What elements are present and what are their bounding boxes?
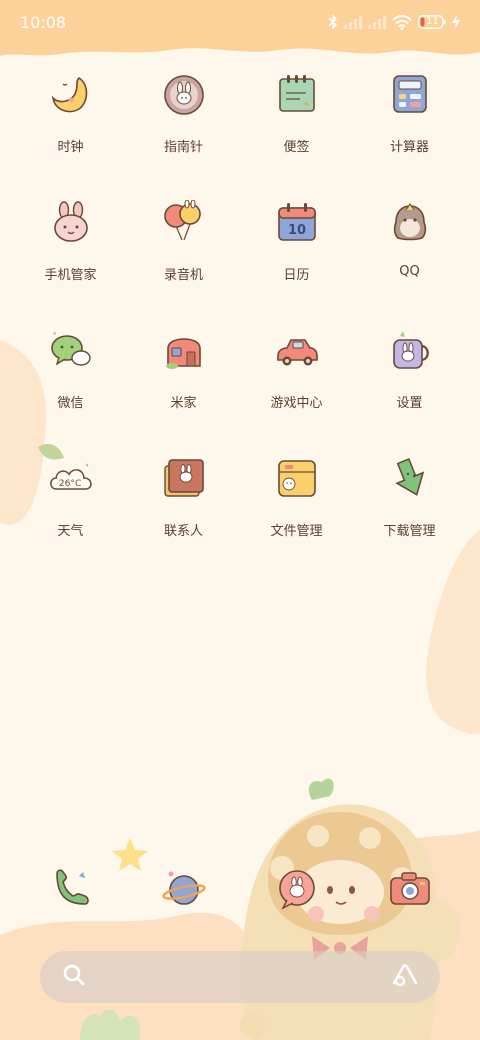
camera-icon (388, 866, 432, 910)
app-file-manager[interactable]: 文件管理 (240, 456, 353, 539)
app-label: 日历 (283, 268, 310, 283)
contacts-book-icon (162, 456, 206, 500)
app-download-manager[interactable]: 下载管理 (353, 456, 466, 539)
calendar-icon: 10 (275, 200, 319, 244)
app-label: 微信 (57, 396, 84, 411)
status-bar: 10:08 11 (0, 0, 480, 44)
app-recorder[interactable]: 录音机 (127, 200, 240, 283)
app-label: 计算器 (389, 140, 429, 155)
dock-messages[interactable] (240, 866, 353, 910)
app-wechat[interactable]: 微信 (14, 328, 127, 411)
app-calendar[interactable]: 10 日历 (240, 200, 353, 283)
app-contacts[interactable]: 联系人 (127, 456, 240, 539)
app-label: 联系人 (163, 524, 203, 539)
calculator-icon (388, 72, 432, 116)
moon-clock-icon (49, 72, 93, 116)
dock (14, 866, 466, 910)
planet-browser-icon (161, 866, 206, 910)
bluetooth-icon (328, 14, 338, 30)
app-mihome[interactable]: 米家 (127, 328, 240, 411)
wifi-icon (392, 14, 412, 30)
dock-camera[interactable] (353, 866, 466, 910)
chat-bubble-icon (49, 328, 93, 372)
status-icons: 11 (328, 14, 460, 30)
weather-temperature: 26°C (58, 478, 81, 489)
app-label: 录音机 (163, 268, 203, 283)
app-weather[interactable]: 26°C 天气 (14, 456, 127, 539)
app-label: 设置 (396, 396, 423, 411)
app-label: 米家 (170, 396, 197, 411)
bunny-security-icon (49, 200, 93, 244)
charging-icon (452, 15, 460, 29)
app-compass[interactable]: 指南针 (127, 72, 240, 155)
app-settings[interactable]: 设置 (353, 328, 466, 411)
cloud-weather-icon: 26°C (49, 456, 93, 500)
download-arrow-icon (388, 456, 432, 500)
app-game-center[interactable]: 游戏中心 (240, 328, 353, 411)
dock-browser[interactable] (127, 866, 240, 910)
car-icon (275, 328, 319, 372)
search-icon[interactable] (62, 963, 86, 991)
battery-level: 11 (426, 16, 439, 27)
house-icon (162, 328, 206, 372)
app-label: 时钟 (57, 140, 84, 155)
dock-phone[interactable] (14, 866, 127, 910)
bunny-message-icon (275, 866, 319, 910)
assistant-icon[interactable] (392, 963, 418, 991)
signal-2-icon (368, 15, 386, 29)
folder-icon (275, 456, 319, 500)
status-time: 10:08 (20, 12, 67, 32)
app-qq[interactable]: QQ (353, 200, 466, 280)
app-clock[interactable]: 时钟 (14, 72, 127, 155)
notepad-icon (275, 72, 319, 116)
app-label: 游戏中心 (270, 396, 323, 411)
app-label: 手机管家 (44, 268, 97, 283)
app-label: 天气 (57, 524, 84, 539)
balloon-recorder-icon (162, 200, 206, 244)
phone-icon (49, 866, 93, 910)
app-grid: 时钟 指南针 便签 计算器 手机管家 录音机 10 日历 QQ 微信 米家 游戏… (14, 72, 466, 539)
mug-icon (388, 328, 432, 372)
app-notes[interactable]: 便签 (240, 72, 353, 155)
app-security[interactable]: 手机管家 (14, 200, 127, 283)
app-label: 便签 (283, 140, 310, 155)
app-calculator[interactable]: 计算器 (353, 72, 466, 155)
search-bar[interactable] (40, 951, 440, 1003)
app-label: QQ (399, 264, 420, 279)
penguin-icon (388, 200, 432, 244)
calendar-day-text: 10 (287, 223, 305, 238)
battery-icon: 11 (418, 15, 446, 29)
app-label: 文件管理 (270, 524, 323, 539)
signal-1-icon (344, 15, 362, 29)
app-label: 下载管理 (383, 524, 436, 539)
compass-bunny-icon (162, 72, 206, 116)
app-label: 指南针 (163, 140, 203, 155)
